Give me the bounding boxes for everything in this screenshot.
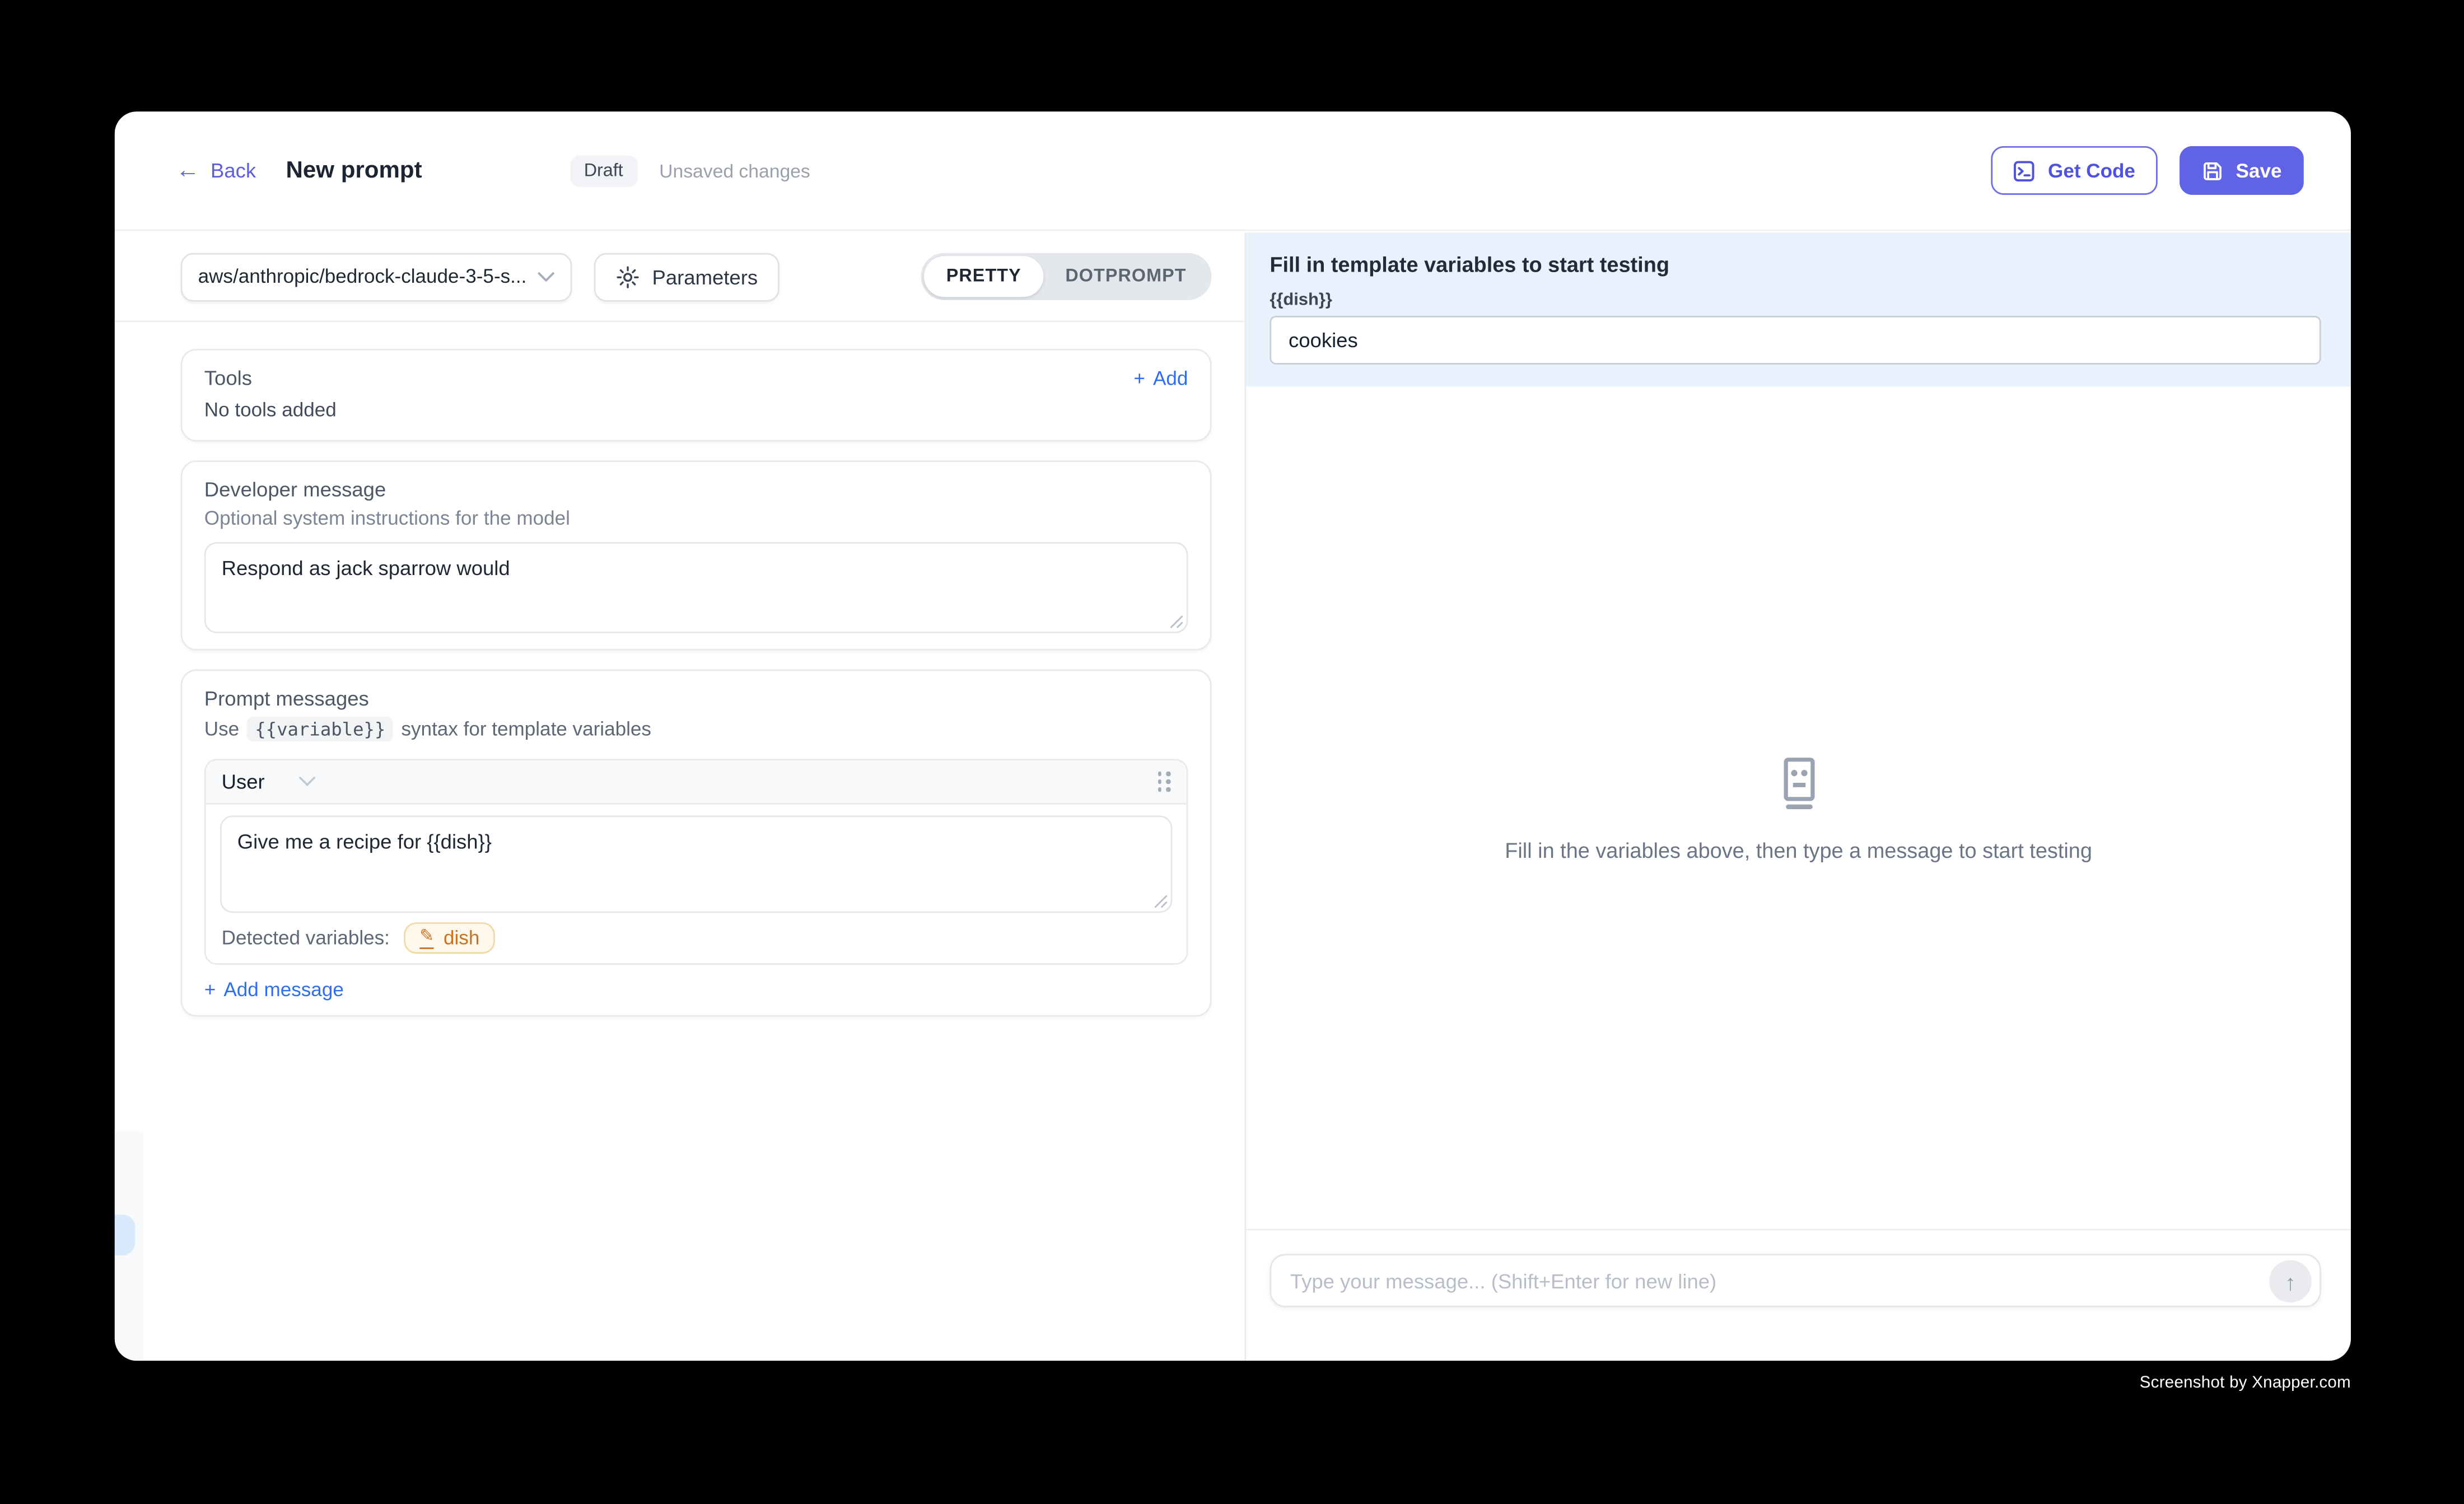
get-code-label: Get Code bbox=[2048, 160, 2135, 181]
model-selector-dropdown[interactable]: aws/anthropic/bedrock-claude-3-5-s... bbox=[181, 252, 572, 301]
prompt-messages-card: Prompt messages Use {{variable}} syntax … bbox=[181, 669, 1212, 1016]
developer-message-title: Developer message bbox=[204, 478, 1188, 501]
status-badge: Draft bbox=[570, 155, 637, 186]
variable-field-label: {{dish}} bbox=[1270, 291, 2321, 310]
get-code-button[interactable]: Get Code bbox=[1991, 146, 2157, 195]
save-icon bbox=[2201, 160, 2223, 181]
send-button[interactable]: ↑ bbox=[2269, 1260, 2312, 1303]
message-textarea[interactable]: Give me a recipe for {{dish}} bbox=[220, 815, 1173, 913]
template-variables-title: Fill in template variables to start test… bbox=[1270, 253, 2321, 277]
model-selector-value: aws/anthropic/bedrock-claude-3-5-s... bbox=[198, 265, 528, 287]
plus-icon: + bbox=[1133, 367, 1145, 389]
add-tool-label: Add bbox=[1153, 367, 1188, 389]
page-title: New prompt bbox=[286, 157, 422, 184]
chat-message-input[interactable] bbox=[1271, 1255, 2320, 1306]
model-toolbar: aws/anthropic/bedrock-claude-3-5-s... bbox=[115, 232, 1245, 322]
terminal-icon bbox=[2013, 160, 2035, 181]
syntax-hint: Use {{variable}} syntax for template var… bbox=[204, 717, 1188, 742]
role-selector[interactable]: User bbox=[222, 770, 317, 793]
variable-value-input[interactable] bbox=[1270, 316, 2321, 365]
composer-bar: ↑ bbox=[1246, 1229, 2351, 1361]
prompt-messages-title: Prompt messages bbox=[204, 686, 1188, 710]
add-tool-button[interactable]: + Add bbox=[1133, 367, 1188, 389]
parameters-label: Parameters bbox=[652, 265, 758, 288]
detected-variables-row: Detected variables: ✎ dish bbox=[220, 922, 1173, 954]
editor-panel: aws/anthropic/bedrock-claude-3-5-s... bbox=[115, 232, 1245, 1361]
syntax-prefix: Use bbox=[204, 718, 239, 740]
message-composer: ↑ bbox=[1270, 1254, 2321, 1307]
syntax-suffix: syntax for template variables bbox=[401, 718, 651, 740]
send-arrow-icon: ↑ bbox=[2285, 1269, 2296, 1294]
gear-icon bbox=[616, 265, 640, 288]
header-actions: Get Code Save bbox=[1991, 146, 2304, 195]
watermark-text: Screenshot by Xnapper.com bbox=[2140, 1374, 2351, 1393]
back-button[interactable]: ← Back bbox=[176, 158, 256, 182]
save-label: Save bbox=[2236, 160, 2282, 181]
developer-message-textarea[interactable]: Respond as jack sparrow would bbox=[204, 542, 1188, 633]
page-background: ← Back New prompt Draft Unsaved changes … bbox=[0, 0, 2464, 1503]
back-arrow-icon: ← bbox=[176, 158, 199, 182]
tools-card: Tools + Add No tools added bbox=[181, 349, 1212, 442]
top-bar: ← Back New prompt Draft Unsaved changes … bbox=[115, 111, 2351, 231]
tools-empty-text: No tools added bbox=[204, 399, 1188, 421]
empty-state-text: Fill in the variables above, then type a… bbox=[1505, 838, 2092, 862]
save-button[interactable]: Save bbox=[2180, 146, 2304, 195]
message-body: Give me a recipe for {{dish}} Detected v… bbox=[206, 805, 1187, 963]
back-label: Back bbox=[211, 158, 256, 182]
drag-handle-icon[interactable] bbox=[1158, 772, 1171, 792]
developer-message-card: Developer message Optional system instru… bbox=[181, 460, 1212, 651]
pencil-icon: ✎ bbox=[419, 928, 434, 948]
resize-handle-icon[interactable] bbox=[1169, 614, 1183, 628]
editor-cards: Tools + Add No tools added Developer mes… bbox=[115, 322, 1245, 1016]
developer-message-subtitle: Optional system instructions for the mod… bbox=[204, 507, 1188, 529]
syntax-code-chip: {{variable}} bbox=[247, 717, 393, 742]
toggle-option-pretty[interactable]: PRETTY bbox=[924, 256, 1043, 297]
plus-icon: + bbox=[204, 979, 216, 1001]
variable-chip-label: dish bbox=[444, 927, 479, 949]
toggle-option-dotprompt[interactable]: DOTPROMPT bbox=[1043, 256, 1208, 297]
format-toggle: PRETTY DOTPROMPT bbox=[921, 253, 1212, 300]
app-window: ← Back New prompt Draft Unsaved changes … bbox=[115, 111, 2351, 1361]
resize-handle-icon[interactable] bbox=[1154, 894, 1168, 908]
unsaved-changes-text: Unsaved changes bbox=[659, 160, 810, 181]
parameters-button[interactable]: Parameters bbox=[594, 252, 780, 301]
add-message-button[interactable]: + Add message bbox=[204, 979, 1188, 1001]
chevron-down-icon bbox=[538, 271, 555, 282]
variable-chip[interactable]: ✎ dish bbox=[404, 922, 495, 954]
tools-title: Tools bbox=[204, 366, 252, 390]
add-message-label: Add message bbox=[223, 979, 343, 1001]
detected-variables-label: Detected variables: bbox=[222, 927, 390, 949]
chevron-down-icon bbox=[299, 776, 316, 787]
message-header: User bbox=[206, 760, 1187, 805]
template-variables-section: Fill in template variables to start test… bbox=[1246, 232, 2351, 386]
message-block: User Give me a recipe for {{ bbox=[204, 759, 1188, 965]
robot-icon bbox=[1768, 754, 1828, 814]
test-panel: Fill in template variables to start test… bbox=[1246, 232, 2351, 1361]
role-label: User bbox=[222, 770, 265, 793]
chat-area: Fill in the variables above, then type a… bbox=[1246, 386, 2351, 1229]
panel-divider bbox=[1244, 232, 1246, 1361]
sidebar-selected-item[interactable] bbox=[115, 1215, 135, 1255]
